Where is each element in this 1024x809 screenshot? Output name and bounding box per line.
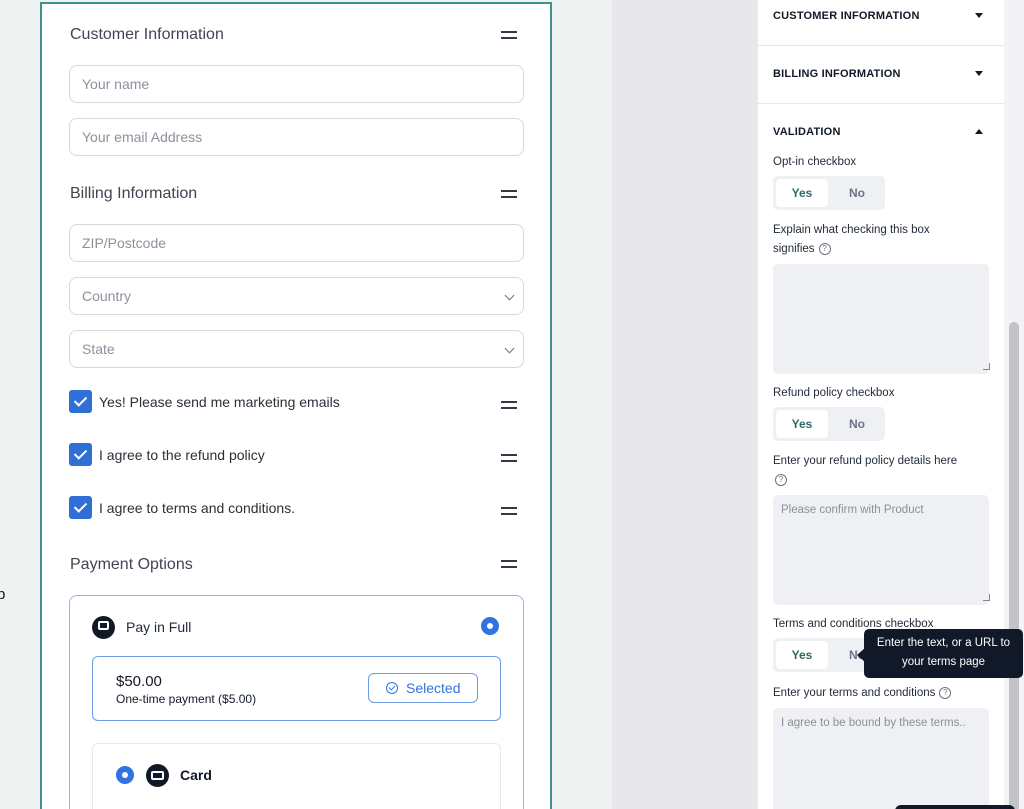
drag-handle-icon[interactable] [501, 454, 517, 462]
selected-button-label: Selected [406, 680, 461, 696]
optin-yes-option[interactable]: Yes [776, 179, 828, 207]
refund-details-textarea[interactable]: Please confirm with Product [773, 495, 989, 605]
billing-information-section-header[interactable]: BILLING INFORMATION [773, 68, 901, 80]
state-select-value: State [82, 341, 115, 357]
payment-options-title: Payment Options [70, 556, 193, 573]
resize-handle-icon[interactable] [983, 363, 990, 370]
terms-enter-label: Enter your terms and conditions? [773, 684, 983, 703]
card-option[interactable]: Card [92, 743, 501, 809]
chevron-down-icon [504, 343, 515, 354]
divider [758, 103, 1004, 104]
validation-section-header[interactable]: VALIDATION [773, 126, 841, 138]
pay-in-full-label: Pay in Full [126, 619, 192, 635]
pay-in-full-radio[interactable] [481, 617, 499, 635]
price-amount: $50.00 [116, 673, 162, 690]
country-select-value: Country [82, 288, 132, 304]
refund-checkbox[interactable] [69, 443, 92, 466]
selected-button[interactable]: Selected [368, 673, 478, 703]
marketing-checkbox-label: Yes! Please send me marketing emails [99, 394, 340, 410]
customer-information-section-header[interactable]: CUSTOMER INFORMATION [773, 10, 920, 22]
pay-in-full-icon [92, 616, 115, 639]
explain-label-text: Explain what checking this box signifies [773, 224, 930, 255]
terms-checkbox-label: I agree to terms and conditions. [99, 500, 296, 516]
price-option[interactable]: $50.00 One-time payment ($5.00) Selected [92, 656, 501, 721]
chevron-down-icon [504, 290, 515, 301]
card-icon [146, 764, 169, 787]
help-icon[interactable]: ? [775, 473, 787, 486]
optin-toggle[interactable]: Yes No [773, 176, 885, 210]
help-icon[interactable]: ? [939, 686, 952, 699]
divider [758, 45, 1004, 46]
refund-no-option[interactable]: No [831, 410, 883, 438]
country-select[interactable]: Country [69, 277, 524, 315]
customer-information-title: Customer Information [70, 26, 224, 43]
optin-no-option[interactable]: No [831, 179, 883, 207]
zip-input[interactable]: ZIP/Postcode [69, 224, 524, 262]
scrollbar-thumb[interactable] [1009, 322, 1019, 809]
terms-checkbox[interactable] [69, 496, 92, 519]
email-input[interactable]: Your email Address [69, 118, 524, 156]
canvas-gutter [612, 0, 758, 809]
tooltip-line-1: Enter the text, or a URL to [876, 637, 1011, 649]
help-icon[interactable]: ? [818, 242, 831, 255]
caret-up-icon[interactable] [975, 129, 983, 134]
price-description: One-time payment ($5.00) [116, 692, 257, 706]
explain-label: Explain what checking this box signifies… [773, 221, 958, 259]
state-select[interactable]: State [69, 330, 524, 368]
refund-toggle[interactable]: Yes No [773, 407, 885, 441]
resize-handle-icon[interactable] [983, 594, 990, 601]
caret-down-icon[interactable] [975, 71, 983, 76]
terms-enter-label-text: Enter your terms and conditions [773, 687, 936, 699]
refund-details-label-text: Enter your refund policy details here [773, 455, 958, 467]
terms-tooltip: Enter the text, or a URL to your terms p… [864, 629, 1023, 678]
name-input[interactable]: Your name [69, 65, 524, 103]
card-label: Card [180, 767, 212, 783]
floating-button[interactable] [895, 805, 1015, 809]
terms-yes-option[interactable]: Yes [776, 641, 828, 669]
drag-handle-icon[interactable] [501, 190, 517, 198]
drag-handle-icon[interactable] [501, 507, 517, 515]
drag-handle-icon[interactable] [501, 560, 517, 568]
optin-checkbox-label: Opt-in checkbox [773, 156, 857, 168]
payment-options-box: Pay in Full $50.00 One-time payment ($5.… [69, 595, 524, 809]
explain-textarea[interactable] [773, 264, 989, 374]
refund-checkbox-setting-label: Refund policy checkbox [773, 387, 895, 399]
drag-handle-icon[interactable] [501, 401, 517, 409]
terms-textarea[interactable]: I agree to be bound by these terms.. [773, 708, 989, 809]
billing-information-title: Billing Information [70, 185, 198, 202]
refund-yes-option[interactable]: Yes [776, 410, 828, 438]
settings-panel: CUSTOMER INFORMATION BILLING INFORMATION… [758, 0, 1004, 809]
tooltip-line-2: your terms page [901, 656, 986, 668]
card-radio[interactable] [116, 766, 134, 784]
drag-handle-icon[interactable] [501, 31, 517, 39]
caret-down-icon[interactable] [975, 13, 983, 18]
clipped-text: p [0, 586, 6, 603]
checkout-form-preview: Customer Information Your name Your emai… [40, 2, 552, 809]
check-circle-icon [386, 682, 398, 694]
refund-details-label: Enter your refund policy details here? [773, 452, 983, 490]
refund-checkbox-label: I agree to the refund policy [99, 447, 265, 463]
marketing-checkbox[interactable] [69, 390, 92, 413]
